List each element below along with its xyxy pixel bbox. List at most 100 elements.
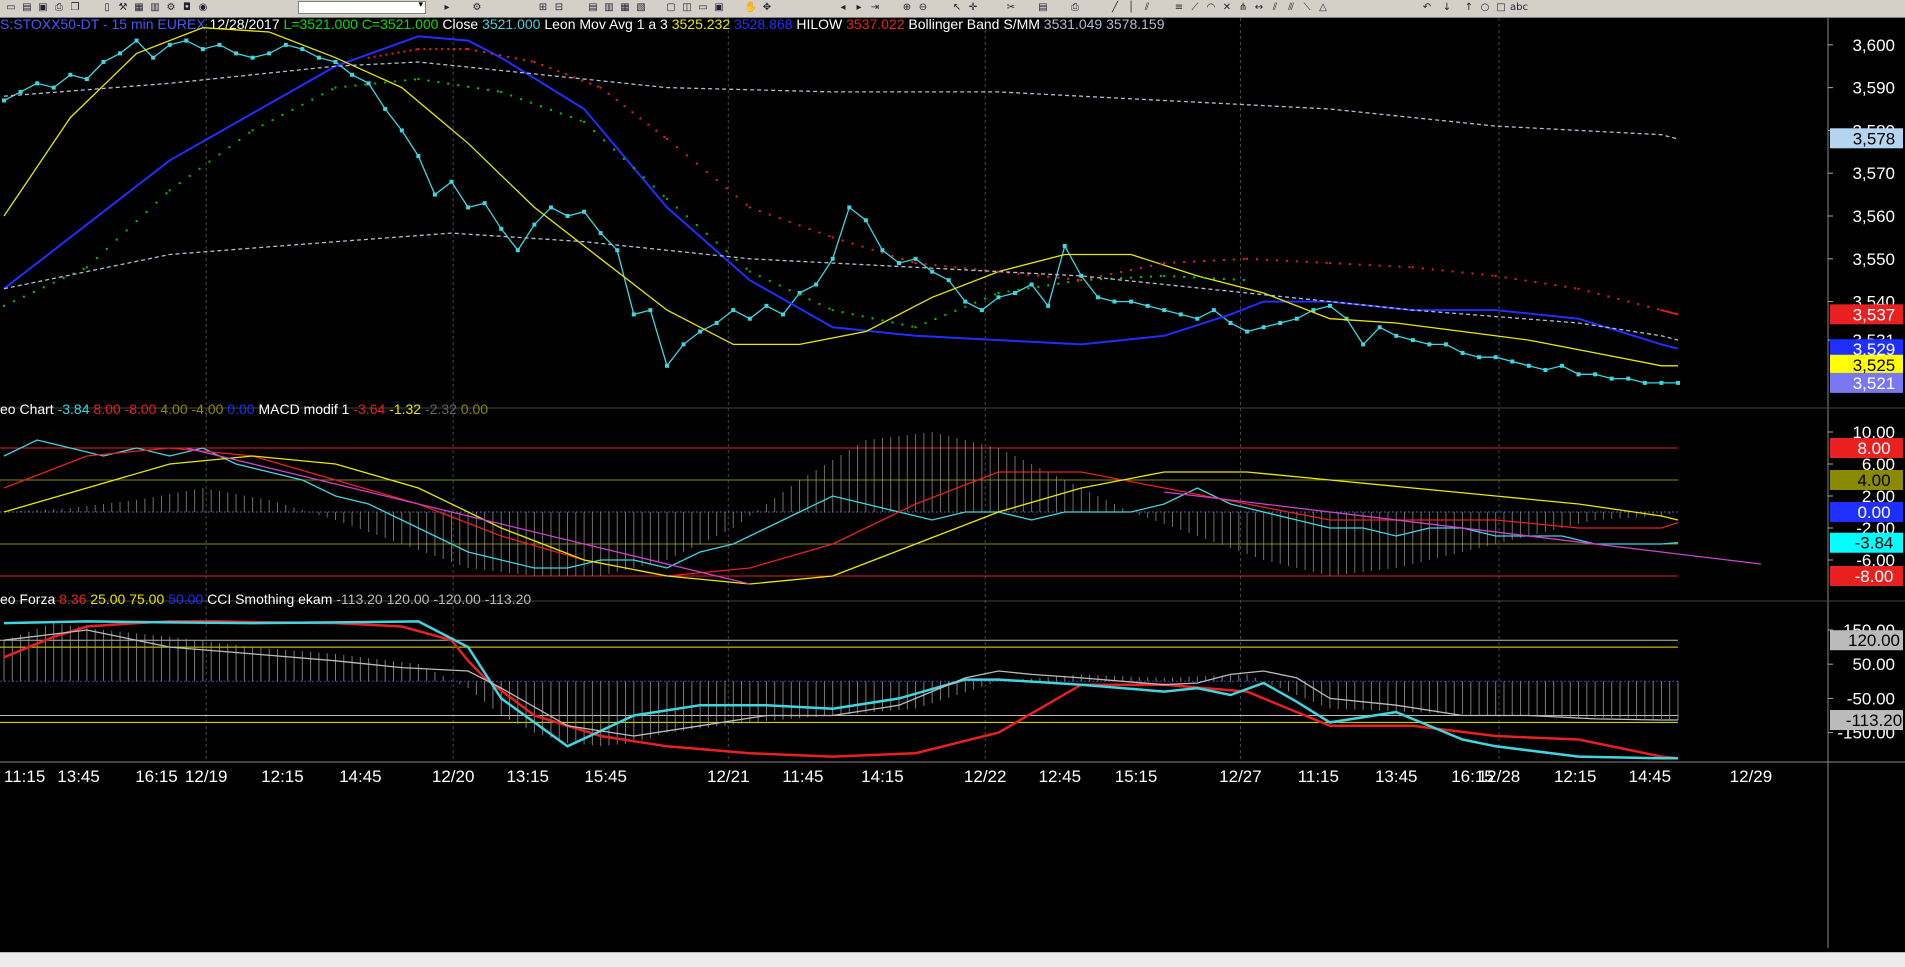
series-dot <box>1408 266 1411 269</box>
period-icon[interactable]: ⊞ <box>536 1 550 14</box>
arc-icon[interactable]: ◠ <box>1204 1 1218 14</box>
hline-icon[interactable]: ↔ <box>1252 1 1266 14</box>
scroll-end-icon[interactable]: ⇥ <box>868 1 882 14</box>
series-dot <box>944 265 947 268</box>
gann-icon[interactable]: ✕ <box>1220 1 1234 14</box>
text-tool-icon[interactable]: abc <box>1510 1 1528 14</box>
copy-icon[interactable]: ❐ <box>68 1 82 14</box>
vline-icon[interactable]: │ <box>1124 1 1138 14</box>
alert-icon[interactable]: ◉ <box>196 1 210 14</box>
price-point <box>449 179 454 184</box>
print2-icon[interactable]: ⎙ <box>1068 1 1082 14</box>
clipboard-icon[interactable]: ▤ <box>1036 1 1050 14</box>
period2-icon[interactable]: ⊟ <box>552 1 566 14</box>
channel-icon[interactable]: ⫽ <box>1140 1 1154 14</box>
header-item: 4.00 <box>156 401 187 417</box>
ellipse-icon[interactable]: ○ <box>1478 1 1492 14</box>
tools-icon[interactable]: ⚒ <box>116 1 130 14</box>
window4-icon[interactable]: ▣ <box>712 1 726 14</box>
undo-icon[interactable]: ↶ <box>1420 1 1434 14</box>
lock-icon[interactable]: ▯ <box>100 1 114 14</box>
price-point <box>1559 363 1564 368</box>
pitchfork-icon[interactable]: ⋔ <box>1236 1 1250 14</box>
arrow-down-icon[interactable]: ↓ <box>1440 1 1454 14</box>
series-dot <box>1451 270 1454 273</box>
series-dot <box>583 120 586 123</box>
price-point <box>946 278 951 283</box>
price-point <box>68 72 73 77</box>
chart-icon[interactable]: ▥ <box>148 1 162 14</box>
arrow-up-icon[interactable]: ↑ <box>1462 1 1476 14</box>
series-dot <box>486 88 489 91</box>
play-icon[interactable]: ▸ <box>440 1 454 14</box>
parallel-icon[interactable]: ⫽ <box>1268 1 1282 14</box>
series-dot <box>1222 277 1225 280</box>
price-point <box>582 209 587 214</box>
x-tick-label: 14:15 <box>861 767 904 786</box>
header-item: -3.64 <box>349 401 385 417</box>
series-dot <box>1544 282 1547 285</box>
settings-icon[interactable]: ⚙ <box>470 1 484 14</box>
series-dot <box>1222 258 1225 261</box>
layout3-icon[interactable]: ▦ <box>618 1 632 14</box>
window3-icon[interactable]: ▭ <box>696 1 710 14</box>
series-dot <box>427 79 430 82</box>
series-dot <box>1057 282 1060 285</box>
diagonal-icon[interactable]: ⟍ <box>1300 1 1314 14</box>
series-dot <box>798 293 801 296</box>
series-dot <box>715 241 718 244</box>
layout-icon[interactable]: ▤ <box>586 1 600 14</box>
series-dot <box>1514 277 1517 280</box>
parallel2-icon[interactable]: ⫻ <box>1284 1 1298 14</box>
header-item: 0.00 <box>223 401 254 417</box>
series-dot <box>632 167 635 170</box>
fan-icon[interactable]: ⟋ <box>1188 1 1202 14</box>
series-dot <box>758 275 761 278</box>
stock-chart[interactable]: S:STOXX50-DT - 15 min EUREX 12/28/2017 L… <box>0 18 1905 952</box>
scroll-right-icon[interactable]: ▸ <box>852 1 866 14</box>
series-dot <box>506 55 509 58</box>
crosshair-icon[interactable]: ✛ <box>966 1 980 14</box>
move-icon[interactable]: ✥ <box>760 1 774 14</box>
open-icon[interactable]: ▤ <box>20 1 34 14</box>
print-icon[interactable]: ⎙ <box>52 1 66 14</box>
save-icon[interactable]: ▣ <box>36 1 50 14</box>
series-dot <box>602 139 605 142</box>
cursor-icon[interactable]: ↖ <box>950 1 964 14</box>
fib-icon[interactable]: ≡ <box>1172 1 1186 14</box>
trendline-icon[interactable]: ╱ <box>1108 1 1122 14</box>
hand-icon[interactable]: ✋ <box>744 1 758 14</box>
rectangle-icon[interactable]: □ <box>1494 1 1508 14</box>
series-dot <box>22 295 25 298</box>
series-dot <box>1173 261 1176 264</box>
series-dot <box>459 48 462 51</box>
series-dot <box>778 217 781 220</box>
triangle-icon[interactable]: △ <box>1316 1 1330 14</box>
window2-icon[interactable]: ◫ <box>680 1 694 14</box>
tools2-icon[interactable]: ✂ <box>1004 1 1018 14</box>
price-point <box>1593 372 1598 377</box>
value-tag-label: -113.20 <box>1846 711 1902 730</box>
grid-icon[interactable]: ▦ <box>132 1 146 14</box>
zoom-in-icon[interactable]: ⊕ <box>900 1 914 14</box>
layout2-icon[interactable]: ▥ <box>602 1 616 14</box>
series-dot <box>238 139 241 142</box>
series-dot <box>871 317 874 320</box>
bell-icon[interactable]: ◘ <box>180 1 194 14</box>
price-point <box>1228 320 1233 325</box>
series-dot <box>403 50 406 53</box>
series-dot <box>165 192 168 195</box>
series-dot <box>1398 265 1401 268</box>
symbol-select[interactable]: ▾ <box>298 0 426 14</box>
layout4-icon[interactable]: ▧ <box>634 1 648 14</box>
series-dot <box>934 264 937 267</box>
new-icon[interactable]: ▭ <box>4 1 18 14</box>
scroll-left-icon[interactable]: ◂ <box>836 1 850 14</box>
properties-icon[interactable]: ⚙ <box>164 1 178 14</box>
window-icon[interactable]: ▢ <box>664 1 678 14</box>
series-dot <box>599 86 602 89</box>
zoom-out-icon[interactable]: ⊖ <box>916 1 930 14</box>
price-point <box>399 128 404 133</box>
series-dot <box>565 73 568 76</box>
series-dot <box>1202 260 1205 263</box>
